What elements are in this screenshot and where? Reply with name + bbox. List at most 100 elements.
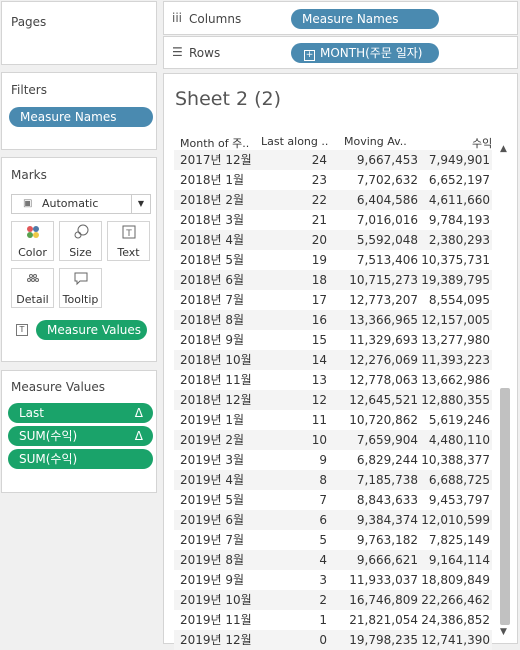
table-row[interactable]: 2018년 10월 14 12,276,069 11,393,223 [174, 350, 492, 370]
column-header-month[interactable]: Month of 주.. [180, 135, 249, 151]
cell-month: 2018년 1월 [180, 173, 245, 187]
cell-revenue: 11,393,223 [421, 353, 490, 367]
cell-last: 6 [319, 513, 327, 527]
cell-moving-average: 10,715,273 [349, 273, 418, 287]
pages-panel[interactable]: Pages [1, 1, 157, 65]
cell-revenue: 18,809,849 [421, 573, 490, 587]
column-header-last[interactable]: Last along .. [261, 135, 328, 148]
cell-moving-average: 6,404,586 [356, 193, 418, 207]
table-row[interactable]: 2018년 1월 23 7,702,632 6,652,197 [174, 170, 492, 190]
cell-month: 2018년 3월 [180, 213, 245, 227]
table-row[interactable]: 2019년 7월 5 9,763,182 7,825,149 [174, 530, 492, 550]
cell-revenue: 13,277,980 [421, 333, 490, 347]
text-mark-icon: ▣ [23, 198, 33, 209]
cell-month: 2018년 11월 [180, 373, 252, 387]
scroll-up-icon[interactable]: ▲ [500, 144, 507, 154]
cell-month: 2019년 10월 [180, 593, 252, 607]
cell-moving-average: 8,843,633 [356, 493, 418, 507]
cell-last: 17 [311, 293, 327, 307]
rows-shelf[interactable]: ☰ Rows + MONTH(주문 일자) [163, 36, 518, 69]
filters-title: Filters [11, 83, 47, 97]
table-row[interactable]: 2019년 6월 6 9,384,374 12,010,599 [174, 510, 492, 530]
cell-month: 2018년 12월 [180, 393, 252, 407]
cell-revenue: 12,741,390 [421, 633, 490, 647]
table-row[interactable]: 2018년 4월 20 5,592,048 2,380,293 [174, 230, 492, 250]
chevron-down-icon: ▼ [131, 195, 150, 213]
measure-pill-sum-revenue[interactable]: SUM(수익) [8, 449, 153, 469]
cell-moving-average: 5,592,048 [356, 233, 418, 247]
cell-moving-average: 12,276,069 [349, 353, 418, 367]
table-row[interactable]: 2018년 11월 13 12,778,063 13,662,986 [174, 370, 492, 390]
cell-month: 2019년 7월 [180, 533, 245, 547]
cell-last: 20 [311, 233, 327, 247]
table-row[interactable]: 2018년 5월 19 7,513,406 10,375,731 [174, 250, 492, 270]
text-button[interactable]: T Text [107, 221, 150, 261]
table-row[interactable]: 2018년 7월 17 12,773,207 8,554,095 [174, 290, 492, 310]
cell-month: 2018년 6월 [180, 273, 245, 287]
cell-moving-average: 19,798,235 [349, 633, 418, 647]
measure-pill-label: SUM(수익) [19, 452, 78, 466]
cell-moving-average: 16,746,809 [349, 593, 418, 607]
columns-icon: iii [172, 11, 183, 25]
cell-month: 2019년 4월 [180, 473, 245, 487]
table-row[interactable]: 2017년 12월 24 9,667,453 7,949,901 [174, 150, 492, 170]
table-row[interactable]: 2019년 2월 10 7,659,904 4,480,110 [174, 430, 492, 450]
table-row[interactable]: 2018년 2월 22 6,404,586 4,611,660 [174, 190, 492, 210]
cell-moving-average: 9,666,621 [356, 553, 418, 567]
columns-shelf[interactable]: iii Columns Measure Names [163, 1, 518, 35]
cell-last: 21 [311, 213, 327, 227]
table-row[interactable]: 2019년 1월 11 10,720,862 5,619,246 [174, 410, 492, 430]
expand-icon[interactable]: + [304, 50, 315, 61]
detail-button[interactable]: Detail [11, 268, 54, 308]
cell-moving-average: 10,720,862 [349, 413, 418, 427]
cell-last: 9 [319, 453, 327, 467]
rows-pill-month[interactable]: + MONTH(주문 일자) [291, 43, 439, 63]
table-row[interactable]: 2018년 6월 18 10,715,273 19,389,795 [174, 270, 492, 290]
cell-month: 2019년 2월 [180, 433, 245, 447]
filter-pill-measure-names[interactable]: Measure Names [9, 107, 153, 127]
table-row[interactable]: 2018년 12월 12 12,645,521 12,880,355 [174, 390, 492, 410]
columns-pill-measure-names[interactable]: Measure Names [291, 9, 439, 29]
measure-pill-sum-revenue-delta[interactable]: SUM(수익) Δ [8, 426, 153, 446]
column-header-revenue[interactable]: 수익 [472, 135, 492, 151]
cell-revenue: 10,375,731 [421, 253, 490, 267]
cell-moving-average: 12,778,063 [349, 373, 418, 387]
cell-revenue: 12,157,005 [421, 313, 490, 327]
column-header-moving-average[interactable]: Moving Av.. [344, 135, 407, 148]
table-row[interactable]: 2019년 11월 1 21,821,054 24,386,852 [174, 610, 492, 630]
table-row[interactable]: 2019년 12월 0 19,798,235 12,741,390 [174, 630, 492, 650]
size-button[interactable]: Size [59, 221, 102, 261]
cell-month: 2019년 1월 [180, 413, 245, 427]
table-row[interactable]: 2018년 3월 21 7,016,016 9,784,193 [174, 210, 492, 230]
color-button[interactable]: Color [11, 221, 54, 261]
cell-revenue: 12,880,355 [421, 393, 490, 407]
table-row[interactable]: 2019년 4월 8 7,185,738 6,688,725 [174, 470, 492, 490]
text-pill-measure-values[interactable]: Measure Values [36, 320, 147, 340]
scroll-down-icon[interactable]: ▼ [500, 627, 507, 637]
cell-last: 24 [311, 153, 327, 167]
table-row[interactable]: 2019년 9월 3 11,933,037 18,809,849 [174, 570, 492, 590]
cell-moving-average: 7,185,738 [356, 473, 418, 487]
table-row[interactable]: 2019년 10월 2 16,746,809 22,266,462 [174, 590, 492, 610]
cell-revenue: 7,825,149 [428, 533, 490, 547]
cell-last: 11 [311, 413, 327, 427]
cell-moving-average: 7,702,632 [356, 173, 418, 187]
scrollbar-thumb[interactable] [500, 388, 510, 625]
vertical-scrollbar[interactable]: ▲ ▼ [498, 142, 512, 642]
measure-pill-last[interactable]: Last Δ [8, 403, 153, 423]
cell-last: 12 [311, 393, 327, 407]
table-row[interactable]: 2019년 3월 9 6,829,244 10,388,377 [174, 450, 492, 470]
cell-moving-average: 7,659,904 [356, 433, 418, 447]
cell-month: 2017년 12월 [180, 153, 252, 167]
tooltip-button[interactable]: Tooltip [59, 268, 102, 308]
cell-revenue: 9,784,193 [428, 213, 490, 227]
table-row[interactable]: 2019년 8월 4 9,666,621 9,164,114 [174, 550, 492, 570]
mark-type-dropdown[interactable]: ▣ Automatic ▼ [11, 194, 151, 214]
table-row[interactable]: 2018년 9월 15 11,329,693 13,277,980 [174, 330, 492, 350]
filters-panel[interactable]: Filters Measure Names [1, 72, 157, 150]
cell-month: 2019년 9월 [180, 573, 245, 587]
table-row[interactable]: 2019년 5월 7 8,843,633 9,453,797 [174, 490, 492, 510]
cell-revenue: 6,652,197 [428, 173, 490, 187]
table-row[interactable]: 2018년 8월 16 13,366,965 12,157,005 [174, 310, 492, 330]
cell-moving-average: 21,821,054 [349, 613, 418, 627]
